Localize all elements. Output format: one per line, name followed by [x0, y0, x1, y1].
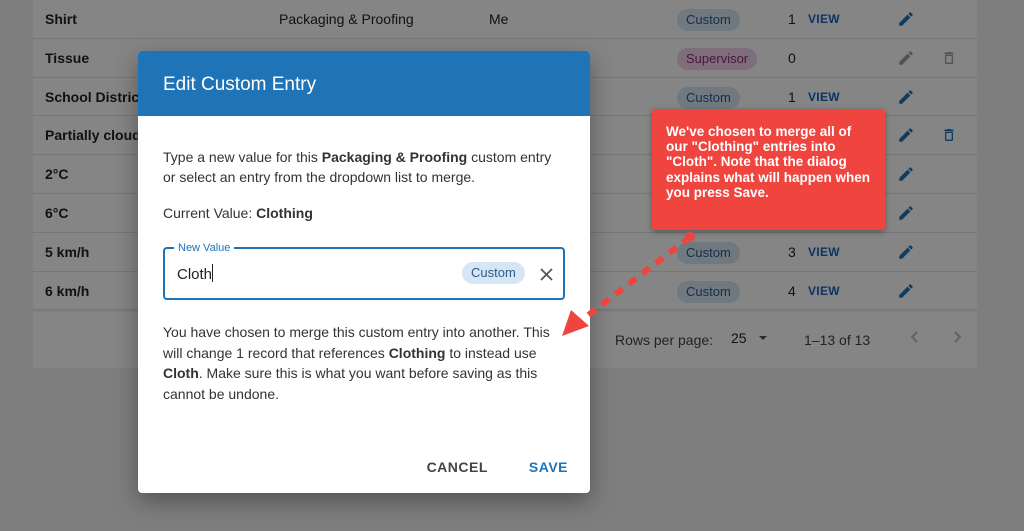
- category-name: Packaging & Proofing: [321, 149, 468, 165]
- annotation-callout: We've chosen to merge all of our "Clothi…: [652, 109, 885, 230]
- new-value-field[interactable]: New Value Cloth Custom: [163, 241, 565, 300]
- clear-icon[interactable]: [535, 263, 557, 285]
- dialog-intro: Type a new value for this Packaging & Pr…: [163, 149, 552, 185]
- edit-custom-entry-dialog: Edit Custom Entry Type a new value for t…: [138, 51, 590, 493]
- new-value-label: New Value: [174, 241, 235, 255]
- cancel-button[interactable]: CANCEL: [427, 459, 488, 475]
- save-button[interactable]: SAVE: [529, 459, 568, 475]
- new-value-input[interactable]: Cloth: [177, 264, 447, 283]
- merge-warning: You have chosen to merge this custom ent…: [163, 324, 550, 402]
- current-value: Current Value: Clothing: [163, 205, 313, 221]
- custom-chip: Custom: [462, 262, 525, 284]
- dialog-title: Edit Custom Entry: [138, 51, 590, 116]
- current-value-text: Clothing: [256, 205, 313, 221]
